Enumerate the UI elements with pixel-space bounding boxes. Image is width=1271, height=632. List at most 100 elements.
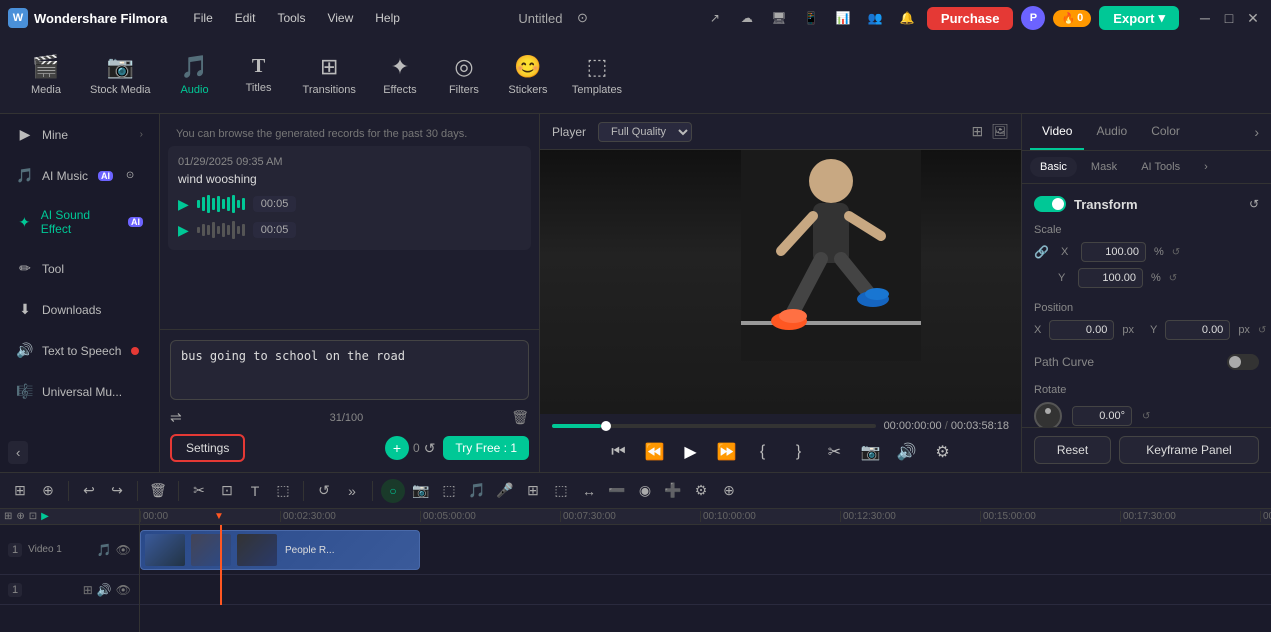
path-curve-toggle[interactable] <box>1227 354 1259 370</box>
users-icon[interactable]: 👥 <box>863 6 887 30</box>
timeline-loop-icon[interactable]: ↺ <box>312 479 336 503</box>
menu-edit[interactable]: Edit <box>225 7 266 29</box>
sidebar-item-tool[interactable]: ✏ Tool <box>4 250 155 287</box>
menu-help[interactable]: Help <box>365 7 410 29</box>
try-free-button[interactable]: Try Free : 1 <box>443 436 529 460</box>
track-ctrl-3[interactable]: ▶ <box>41 511 49 522</box>
rotate-reset-icon[interactable]: ↺ <box>1142 411 1150 422</box>
menu-file[interactable]: File <box>183 7 222 29</box>
toolbar-titles[interactable]: T Titles <box>229 49 289 100</box>
play-button[interactable]: ▶ <box>677 438 705 466</box>
shuffle-icon[interactable]: ⇌ <box>170 409 182 426</box>
timeline-undo-icon[interactable]: ↩ <box>77 479 101 503</box>
user-avatar[interactable]: P <box>1021 6 1045 30</box>
scale-y-input[interactable] <box>1078 268 1143 288</box>
timeline-audio-icon[interactable]: 🎵 <box>465 479 489 503</box>
rotate-knob[interactable] <box>1034 402 1062 427</box>
position-y-input[interactable] <box>1165 320 1230 340</box>
sidebar-item-mine[interactable]: ▶ Mine › <box>4 116 155 153</box>
timeline-cut-icon[interactable]: ✂ <box>187 479 211 503</box>
position-x-input[interactable] <box>1049 320 1114 340</box>
close-button[interactable]: ✕ <box>1243 8 1263 28</box>
toolbar-stickers[interactable]: 😊 Stickers <box>498 48 558 102</box>
grid-view-icon[interactable]: ⊞ <box>971 123 983 140</box>
maximize-button[interactable]: □ <box>1219 8 1239 28</box>
timeline-settings-icon[interactable]: ⚙ <box>689 479 713 503</box>
timeline-grid2-icon[interactable]: ⊞ <box>521 479 545 503</box>
timeline-square-icon[interactable]: ⬚ <box>271 479 295 503</box>
scale-x-input[interactable] <box>1081 242 1146 262</box>
timeline-zoom-out-icon[interactable]: ➖ <box>605 479 629 503</box>
tab-color[interactable]: Color <box>1139 114 1192 150</box>
timeline-connect-icon[interactable]: ⊕ <box>36 479 60 503</box>
sub-tab-ai-tools[interactable]: AI Tools <box>1131 157 1190 177</box>
phone-icon[interactable]: 📱 <box>799 6 823 30</box>
sound-effect-input[interactable] <box>170 340 529 400</box>
wave-play-icon-2[interactable]: ▶ <box>178 222 189 239</box>
timeline-layers-icon[interactable]: ⬚ <box>549 479 573 503</box>
timeline-redo-icon[interactable]: ↪ <box>105 479 129 503</box>
transform-reset-icon[interactable]: ↺ <box>1249 197 1259 211</box>
keyframe-panel-button[interactable]: Keyframe Panel <box>1119 436 1259 464</box>
sub-tab-basic[interactable]: Basic <box>1030 157 1077 177</box>
sidebar-collapse-button[interactable]: ‹ <box>8 441 28 464</box>
track-video-lock-icon[interactable]: 👁 <box>116 543 131 557</box>
toolbar-templates[interactable]: ⬚ Templates <box>562 48 632 102</box>
transform-toggle[interactable] <box>1034 196 1066 212</box>
toolbar-effects[interactable]: ✦ Effects <box>370 48 430 102</box>
timeline-zoom-slider[interactable]: ◉ <box>633 479 657 503</box>
add-video-track-icon[interactable]: ⊞ <box>4 511 12 522</box>
toolbar-stock-media[interactable]: 📷 Stock Media <box>80 48 161 102</box>
menu-tools[interactable]: Tools <box>267 7 315 29</box>
timeline-cam-icon[interactable]: 📷 <box>409 479 433 503</box>
sidebar-item-ai-music[interactable]: 🎵 AI Music AI ⊙ <box>4 157 155 194</box>
timeline-crop-icon[interactable]: ⊡ <box>215 479 239 503</box>
wave-play-icon[interactable]: ▶ <box>178 196 189 213</box>
purchase-button[interactable]: Purchase <box>927 7 1014 30</box>
timeline-delete-icon[interactable]: 🗑 <box>146 479 170 503</box>
sub-tabs-more[interactable]: › <box>1194 157 1218 177</box>
sub-tab-mask[interactable]: Mask <box>1081 157 1127 177</box>
reset-button[interactable]: Reset <box>1034 436 1111 464</box>
track-ctrl-1[interactable]: ⊕ <box>16 511 24 522</box>
timeline-mic-icon[interactable]: 🎤 <box>493 479 517 503</box>
share-icon[interactable]: ↗ <box>703 6 727 30</box>
timeline-scroll-icon[interactable]: ↔ <box>577 479 601 503</box>
delete-icon[interactable]: 🗑 <box>511 409 529 426</box>
graph-icon[interactable]: 📊 <box>831 6 855 30</box>
bell-icon[interactable]: 🔔 <box>895 6 919 30</box>
quality-select[interactable]: Full Quality <box>598 122 692 142</box>
export-button[interactable]: Export ▾ <box>1099 6 1179 30</box>
timeline-text-icon[interactable]: T <box>243 479 267 503</box>
volume-button[interactable]: 🔊 <box>893 438 921 466</box>
position-reset-icon[interactable]: ↺ <box>1258 325 1266 336</box>
toolbar-filters[interactable]: ◎ Filters <box>434 48 494 102</box>
toolbar-audio[interactable]: 🎵 Audio <box>165 48 225 102</box>
scale-y-reset-icon[interactable]: ↺ <box>1169 273 1177 284</box>
video-clip[interactable]: People R... <box>140 530 420 570</box>
sidebar-item-downloads[interactable]: ⬇ Downloads <box>4 291 155 328</box>
clip-button[interactable]: ✂ <box>821 438 849 466</box>
menu-view[interactable]: View <box>317 7 363 29</box>
tab-audio[interactable]: Audio <box>1084 114 1139 150</box>
monitor-icon[interactable]: 🖥 <box>767 6 791 30</box>
sidebar-item-text-to-speech[interactable]: 🔊 Text to Speech <box>4 332 155 369</box>
right-tabs-more[interactable]: › <box>1250 114 1263 150</box>
frame-forward-button[interactable]: ⏩ <box>713 438 741 466</box>
timeline-layout-icon[interactable]: ⊞ <box>8 479 32 503</box>
track-mute-icon[interactable]: 🔊 <box>97 583 112 597</box>
track-video-cam-icon[interactable]: 🎵 <box>97 543 112 557</box>
toolbar-transitions[interactable]: ⊞ Transitions <box>293 48 366 102</box>
track-lock-icon[interactable]: 👁 <box>116 583 131 597</box>
cloud-icon[interactable]: ☁ <box>735 6 759 30</box>
add-button[interactable]: + <box>385 436 409 460</box>
settings-button[interactable]: Settings <box>170 434 245 462</box>
mark-in-button[interactable]: { <box>749 438 777 466</box>
sidebar-item-ai-sound-effect[interactable]: ✦ AI Sound Effect AI <box>4 198 155 246</box>
title-info-icon[interactable]: ⊙ <box>570 6 594 30</box>
timeline-more-icon[interactable]: » <box>340 479 364 503</box>
timeline-zoom-in-icon[interactable]: ➕ <box>661 479 685 503</box>
refresh-icon[interactable]: ↺ <box>424 440 436 457</box>
image-view-icon[interactable]: 🖼 <box>991 123 1009 140</box>
mark-out-button[interactable]: } <box>785 438 813 466</box>
